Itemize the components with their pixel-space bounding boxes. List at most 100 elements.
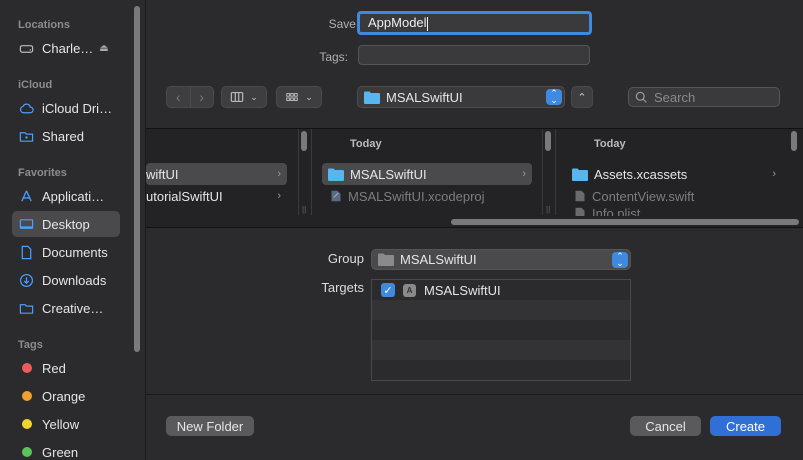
search-icon	[635, 91, 647, 103]
collapse-button[interactable]: ⌃	[571, 86, 593, 108]
sidebar-item-drive[interactable]: Charle… ⏏	[12, 35, 120, 61]
list-item[interactable]: MSALSwiftUI ›	[322, 163, 532, 185]
list-item[interactable]: wiftUI ›	[146, 163, 287, 185]
tag-dot-icon	[22, 447, 32, 457]
list-item-label: MSALSwiftUI	[350, 166, 427, 182]
applications-icon	[18, 188, 34, 204]
column-scrollbar[interactable]	[301, 131, 307, 151]
sidebar-tag-yellow[interactable]: Yellow	[12, 411, 120, 437]
sidebar-item-label: Red	[42, 360, 66, 376]
sidebar-item-label: Green	[42, 444, 79, 460]
chevron-down-icon: ⌄	[250, 91, 258, 102]
sidebar-tag-red[interactable]: Red	[12, 355, 120, 381]
list-item-label: utorialSwiftUI	[146, 188, 223, 204]
sidebar-item-label: Desktop	[42, 216, 90, 232]
column-header: Today	[350, 138, 382, 150]
eject-icon[interactable]: ⏏	[99, 43, 108, 54]
target-label: MSALSwiftUI	[424, 282, 501, 298]
folder-icon	[378, 253, 394, 266]
tag-dot-icon	[22, 391, 32, 401]
sidebar-item-label: iCloud Dri…	[42, 100, 113, 116]
column-browser: wiftUI › utorialSwiftUI › || Today MSALS…	[146, 128, 803, 228]
browser-column-3: Today Assets.xcassets › ContentView.swif…	[556, 129, 803, 218]
sidebar-section-icloud: iCloud	[18, 79, 53, 91]
sidebar-item-icloud-drive[interactable]: iCloud Dri…	[12, 95, 120, 121]
sidebar-item-label: Applicati…	[42, 188, 105, 204]
group-label: Group	[327, 251, 364, 266]
list-item-label: wiftUI	[146, 166, 179, 182]
sidebar-item-downloads[interactable]: Downloads	[12, 267, 120, 293]
browser-column-1: wiftUI › utorialSwiftUI ›	[146, 129, 307, 215]
chevron-right-icon: ›	[772, 168, 776, 180]
grid-icon	[286, 93, 298, 101]
shared-folder-icon	[18, 128, 34, 144]
tag-dot-icon	[22, 419, 32, 429]
view-mode-button[interactable]: ⌄	[221, 86, 267, 108]
list-item-label: Assets.xcassets	[594, 166, 688, 182]
sidebar-item-label: Orange	[42, 388, 86, 404]
horizontal-scrollbar[interactable]	[451, 219, 799, 225]
create-button[interactable]: Create	[710, 416, 781, 436]
search-field[interactable]: Search	[628, 87, 780, 107]
sidebar-item-applications[interactable]: Applicati…	[12, 183, 120, 209]
sidebar-item-label: Documents	[42, 244, 108, 260]
group-by-button[interactable]: ⌄	[276, 86, 322, 108]
divider	[146, 394, 803, 395]
sidebar: Locations Charle… ⏏ iCloud iCloud Dri… S…	[0, 0, 146, 460]
back-forward-control: ‹ ›	[166, 86, 214, 108]
back-icon[interactable]: ‹	[167, 89, 190, 105]
sidebar-item-shared[interactable]: Shared	[12, 123, 120, 149]
sidebar-scrollbar[interactable]	[134, 6, 140, 352]
tags-label: Tags:	[319, 50, 348, 64]
column-resize-handle[interactable]: ||	[302, 205, 306, 214]
group-value: MSALSwiftUI	[400, 252, 477, 267]
popup-stepper-icon: ⌃ ⌄	[612, 252, 628, 268]
target-row[interactable]: ✓ A MSALSwiftUI	[372, 280, 630, 300]
list-item-label: MSALSwiftUI.xcodeproj	[348, 188, 485, 204]
save-panel: Save As: AppModel Tags: ‹ › ⌄ ⌄ MSALSwif…	[146, 0, 803, 460]
document-icon	[18, 244, 34, 260]
forward-icon[interactable]: ›	[190, 89, 213, 105]
sidebar-tag-orange[interactable]: Orange	[12, 383, 120, 409]
sidebar-tag-green[interactable]: Green	[12, 439, 120, 460]
cloud-icon	[18, 100, 34, 116]
sidebar-section-locations: Locations	[18, 19, 70, 31]
targets-label: Targets	[321, 280, 364, 295]
save-as-field[interactable]: AppModel	[357, 11, 592, 35]
new-folder-button[interactable]: New Folder	[166, 416, 254, 436]
sidebar-item-creative[interactable]: Creative…	[12, 295, 120, 321]
empty-row	[372, 320, 630, 340]
cancel-button[interactable]: Cancel	[630, 416, 701, 436]
file-icon	[575, 190, 585, 202]
xcodeproj-icon	[331, 190, 341, 202]
folder-icon	[572, 168, 588, 181]
group-popup[interactable]: MSALSwiftUI ⌃ ⌄	[371, 249, 631, 270]
folder-icon	[18, 300, 34, 316]
sidebar-item-label: Downloads	[42, 272, 107, 288]
sidebar-item-desktop[interactable]: Desktop	[12, 211, 120, 237]
location-label: MSALSwiftUI	[386, 89, 463, 105]
list-item[interactable]: MSALSwiftUI.xcodeproj	[322, 185, 532, 207]
sidebar-item-documents[interactable]: Documents	[12, 239, 120, 265]
tags-field[interactable]	[358, 45, 590, 65]
empty-row	[372, 340, 630, 360]
text-caret	[426, 16, 428, 31]
chevron-right-icon: ›	[522, 168, 526, 180]
checkbox-checked-icon[interactable]: ✓	[381, 283, 395, 297]
empty-row	[372, 360, 630, 380]
folder-icon	[364, 91, 380, 104]
list-item-label: ContentView.swift	[592, 188, 695, 204]
drive-icon	[18, 40, 34, 56]
targets-list: ✓ A MSALSwiftUI	[371, 279, 631, 381]
sidebar-item-label: Creative…	[42, 300, 104, 316]
list-item[interactable]: utorialSwiftUI ›	[146, 185, 287, 207]
popup-stepper-icon: ⌃ ⌄	[546, 89, 562, 105]
column-scrollbar[interactable]	[545, 131, 551, 151]
list-item[interactable]: ContentView.swift	[574, 185, 784, 207]
column-scrollbar[interactable]	[791, 131, 797, 151]
column-resize-handle[interactable]: ||	[546, 205, 550, 214]
location-popup[interactable]: MSALSwiftUI ⌃ ⌄	[357, 86, 565, 108]
list-item[interactable]: Assets.xcassets ›	[572, 163, 782, 185]
search-placeholder: Search	[654, 89, 696, 105]
sidebar-section-favorites: Favorites	[18, 167, 67, 179]
